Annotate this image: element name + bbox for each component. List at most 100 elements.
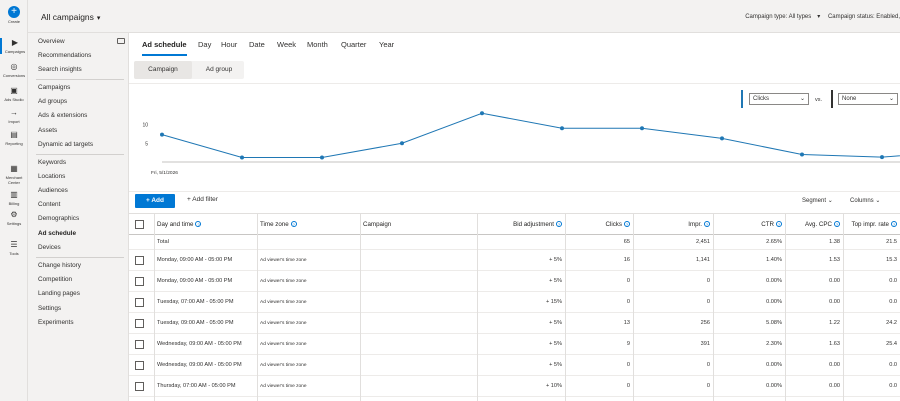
rail-item-ads-studio[interactable]: ▣ Ads Studio xyxy=(0,86,28,102)
column-header-day-and-time[interactable]: Day and time? xyxy=(154,214,257,234)
cell-bid[interactable]: + 5% xyxy=(477,313,565,333)
data-point[interactable] xyxy=(800,152,804,157)
rail-item-import[interactable]: → Import xyxy=(0,108,28,124)
nav-item-assets[interactable]: Assets xyxy=(38,127,57,134)
subtab-ad-group[interactable]: Ad group xyxy=(194,61,244,79)
nav-item-locations[interactable]: Locations xyxy=(38,173,65,180)
series-line xyxy=(161,112,900,158)
cell-bid[interactable]: + 10% xyxy=(477,376,565,396)
campaign-selector[interactable]: All campaigns ▾ xyxy=(41,12,100,22)
cell-bid[interactable]: + 5% xyxy=(477,355,565,375)
nav-item-demographics[interactable]: Demographics xyxy=(38,215,79,222)
nav-item-ads-extensions[interactable]: Ads & extensions xyxy=(38,112,87,119)
cell-day[interactable]: Monday, 09:00 AM - 05:00 PM xyxy=(154,271,257,291)
row-checkbox[interactable] xyxy=(135,298,144,307)
cell-ctr: 2.90% xyxy=(713,397,785,401)
rail-item-campaigns[interactable]: ▶ Campaigns xyxy=(0,38,28,54)
nav-item-dynamic-ad-targets[interactable]: Dynamic ad targets xyxy=(38,141,93,148)
level-subtabs: Campaign Ad group xyxy=(134,61,244,79)
row-checkbox[interactable] xyxy=(135,277,144,286)
tab-day[interactable]: Day xyxy=(198,40,211,49)
cell-day[interactable]: Wednesday, 09:00 AM - 05:00 PM xyxy=(154,334,257,354)
cell-bid[interactable]: + 15% xyxy=(477,292,565,312)
nav-item-ad-schedule[interactable]: Ad schedule xyxy=(38,230,76,237)
column-header-clicks[interactable]: Clicks? xyxy=(565,214,633,234)
cell-day[interactable]: Wednesday, 09:00 AM - 05:00 PM xyxy=(154,355,257,375)
add-filter-button[interactable]: + Add filter xyxy=(187,196,218,203)
cell-day[interactable]: Thursday, 07:00 AM - 05:00 PM xyxy=(154,376,257,396)
column-header-top-impr-rate[interactable]: Top impr. rate? xyxy=(843,214,900,234)
rail-item-conversions[interactable]: ◎ Conversions xyxy=(0,62,28,78)
row-checkbox[interactable] xyxy=(135,319,144,328)
data-point[interactable] xyxy=(720,136,724,141)
data-point[interactable] xyxy=(400,141,404,146)
cell-day[interactable]: Tuesday, 09:00 AM - 05:00 PM xyxy=(154,313,257,333)
add-button[interactable]: + Add xyxy=(135,194,175,208)
column-header-bid-adjustment[interactable]: Bid adjustment? xyxy=(477,214,565,234)
row-checkbox[interactable] xyxy=(135,361,144,370)
collapse-nav-icon[interactable] xyxy=(117,38,125,44)
campaign-status-filter[interactable]: Campaign status: Enabled, xyxy=(828,14,900,20)
cell-day[interactable]: Monday, 09:00 AM - 05:00 PM xyxy=(154,250,257,270)
nav-item-ad-groups[interactable]: Ad groups xyxy=(38,98,67,105)
info-icon: ? xyxy=(556,221,562,228)
nav-item-competition[interactable]: Competition xyxy=(38,276,72,283)
segment-button[interactable]: Segment ⌄ xyxy=(802,197,833,204)
column-header-time-zone[interactable]: Time zone? xyxy=(257,214,360,234)
rail-item-reporting[interactable]: ▤ Reporting xyxy=(0,130,28,146)
nav-item-search-insights[interactable]: Search insights xyxy=(38,66,82,73)
select-all-checkbox[interactable] xyxy=(135,220,144,229)
tab-month[interactable]: Month xyxy=(307,40,328,49)
tab-hour[interactable]: Hour xyxy=(221,40,237,49)
columns-button[interactable]: Columns ⌄ xyxy=(850,197,880,204)
tab-quarter[interactable]: Quarter xyxy=(341,40,366,49)
cell-cpc: 0.00 xyxy=(829,383,840,389)
nav-item-keywords[interactable]: Keywords xyxy=(38,159,66,166)
cell-day[interactable]: Tuesday, 07:00 AM - 05:00 PM xyxy=(154,292,257,312)
data-point[interactable] xyxy=(320,155,324,160)
tab-year[interactable]: Year xyxy=(379,40,394,49)
data-point[interactable] xyxy=(640,126,644,131)
rail-item-billing[interactable]: ▥ Billing xyxy=(0,190,28,206)
cell-bid[interactable]: + 5% xyxy=(477,250,565,270)
row-checkbox[interactable] xyxy=(135,382,144,391)
data-point[interactable] xyxy=(480,111,484,116)
tab-week[interactable]: Week xyxy=(277,40,296,49)
data-point[interactable] xyxy=(560,126,564,131)
column-header-campaign[interactable]: Campaign xyxy=(360,214,477,234)
nav-item-experiments[interactable]: Experiments xyxy=(38,319,74,326)
cell-bid[interactable]: + 5% xyxy=(477,334,565,354)
nav-item-overview[interactable]: Overview xyxy=(38,38,65,45)
app-window: + Create ▶ Campaigns ◎ Conversions ▣ Ads Studio… xyxy=(0,0,900,401)
cell-bid[interactable]: + 5% xyxy=(477,271,565,291)
total-label: Total xyxy=(157,239,169,245)
rail-item-merchant-center[interactable]: ▦ Merchant Center xyxy=(0,164,28,185)
nav-item-audiences[interactable]: Audiences xyxy=(38,187,68,194)
row-checkbox[interactable] xyxy=(135,340,144,349)
nav-item-content[interactable]: Content xyxy=(38,201,60,208)
rail-item-create[interactable]: + Create xyxy=(0,6,28,24)
nav-item-devices[interactable]: Devices xyxy=(38,244,61,251)
nav-item-recommendations[interactable]: Recommendations xyxy=(38,52,91,59)
cell-bid[interactable]: + 10% xyxy=(477,397,565,401)
data-point[interactable] xyxy=(240,155,244,160)
subtab-campaign[interactable]: Campaign xyxy=(134,61,192,79)
column-header-avg-cpc[interactable]: Avg. CPC? xyxy=(785,214,843,234)
column-header-impr-[interactable]: Impr.? xyxy=(633,214,713,234)
tab-ad-schedule[interactable]: Ad schedule xyxy=(142,40,187,56)
cell-top: 0.0 xyxy=(889,299,897,305)
cell-day[interactable]: Thursday, 09:00 AM - 05:00 PM xyxy=(154,397,257,401)
cell-top: 25.4 xyxy=(886,341,897,347)
rail-item-settings[interactable]: ⚙ Settings xyxy=(0,210,28,226)
nav-item-settings[interactable]: Settings xyxy=(38,305,61,312)
column-header-ctr[interactable]: CTR? xyxy=(713,214,785,234)
nav-item-change-history[interactable]: Change history xyxy=(38,262,81,269)
rail-item-tools[interactable]: ☰ Tools xyxy=(0,240,28,256)
nav-item-landing-pages[interactable]: Landing pages xyxy=(38,290,80,297)
nav-item-campaigns[interactable]: Campaigns xyxy=(38,84,70,91)
campaign-type-filter[interactable]: Campaign type: All types xyxy=(745,14,811,20)
row-checkbox[interactable] xyxy=(135,256,144,265)
tab-date[interactable]: Date xyxy=(249,40,265,49)
data-point[interactable] xyxy=(880,155,884,160)
data-point[interactable] xyxy=(160,132,164,137)
